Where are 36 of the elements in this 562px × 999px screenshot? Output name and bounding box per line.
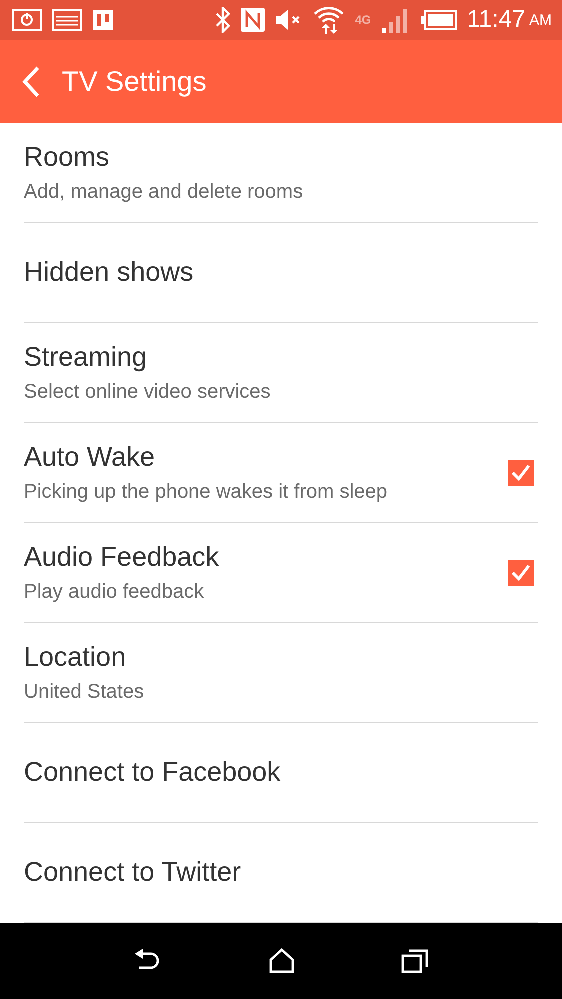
setting-title: Connect to Twitter [24,857,242,888]
settings-row[interactable]: Streaming Select online video services [24,323,538,423]
setting-description: Select online video services [24,380,272,404]
recent-apps-button[interactable] [401,948,429,974]
back-button[interactable] [22,66,40,98]
setting-title: Connect to Facebook [24,757,282,788]
setting-title: Streaming [24,342,148,372]
network-type-label: 4G [355,13,372,27]
bluetooth-icon [215,7,232,33]
settings-row[interactable]: Audio Feedback Play audio feedback [24,523,538,623]
image-icon[interactable] [52,9,82,31]
settings-row[interactable]: Location United States [24,623,538,723]
settings-row[interactable]: Rooms Add, manage and delete rooms [24,123,538,223]
setting-description: Picking up the phone wakes it from sleep [24,480,389,504]
checkbox[interactable] [508,460,534,486]
clock-time: 11:47 [467,6,526,34]
setting-title: Rooms [24,142,111,172]
board-icon[interactable] [92,9,114,31]
settings-row[interactable]: Hidden shows [24,223,538,323]
setting-title: Auto Wake [24,442,156,472]
setting-title: Audio Feedback [24,542,220,572]
home-button[interactable] [269,948,295,974]
setting-title: Location [24,642,128,672]
setting-description: United States [24,680,146,704]
battery-icon [421,10,458,30]
power-icon[interactable] [12,9,42,31]
settings-row[interactable]: Auto Wake Picking up the phone wakes it from sleep [24,423,538,523]
setting-description: Play audio feedback [24,580,206,604]
screen-title: TV Settings [62,66,207,98]
setting-title: Hidden shows [24,257,195,288]
setting-description: Add, manage and delete rooms [24,180,304,204]
wifi-icon [313,5,346,35]
settings-row[interactable]: Connect to Facebook [24,723,538,823]
clock-meridiem: AM [530,12,552,28]
nfc-icon [241,8,266,32]
checkbox[interactable] [508,560,534,586]
